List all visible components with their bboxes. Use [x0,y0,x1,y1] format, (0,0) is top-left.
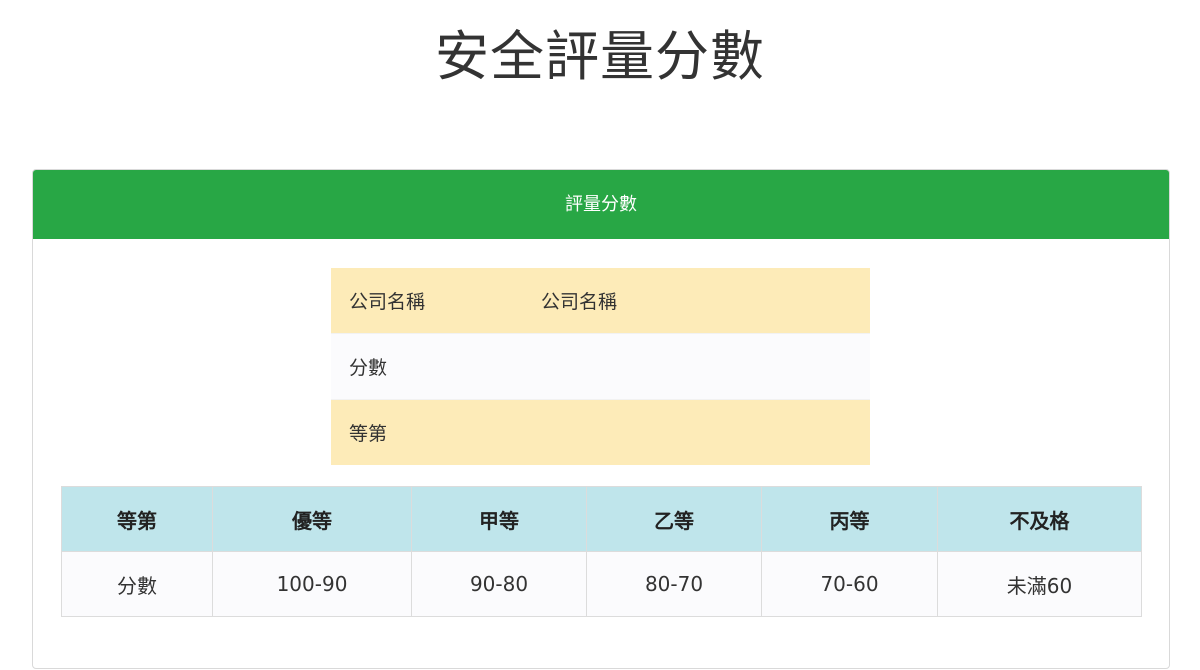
info-row-score: 分數 [331,333,870,400]
score-panel: 評量分數 公司名稱 公司名稱 分數 等第 等第 優等 甲等 乙等 丙等 不及格 … [32,169,1170,669]
grade-score-cell: 分數 [61,551,213,617]
company-name-value: 公司名稱 [523,268,870,334]
grade-header-cell: 優等 [212,486,412,552]
grade-header-cell: 不及格 [937,486,1142,552]
grade-header-cell: 乙等 [586,486,762,552]
page: 安全評量分數 評量分數 公司名稱 公司名稱 分數 等第 等第 優等 甲等 乙等 … [0,0,1200,670]
company-info-table: 公司名稱 公司名稱 分數 等第 [331,268,870,465]
info-row-grade: 等第 [331,399,870,465]
grade-value [523,399,870,465]
grade-score-cell: 100-90 [212,551,412,617]
info-row-company: 公司名稱 公司名稱 [331,268,870,334]
grade-label: 等第 [331,399,523,465]
grade-header-row: 等第 優等 甲等 乙等 丙等 不及格 [61,486,1142,552]
company-name-label: 公司名稱 [331,268,523,334]
score-value [523,333,870,400]
page-title: 安全評量分數 [435,25,765,88]
score-label: 分數 [331,333,523,400]
grade-score-cell: 70-60 [761,551,938,617]
grade-header-cell: 甲等 [411,486,587,552]
grade-score-cell: 80-70 [586,551,762,617]
grade-header-cell: 丙等 [761,486,938,552]
grade-scale-table: 等第 優等 甲等 乙等 丙等 不及格 分數 100-90 90-80 80-70… [61,486,1142,617]
panel-heading: 評量分數 [33,170,1169,239]
grade-score-cell: 90-80 [411,551,587,617]
grade-score-row: 分數 100-90 90-80 80-70 70-60 未滿60 [61,551,1142,617]
grade-score-cell: 未滿60 [937,551,1142,617]
grade-header-cell: 等第 [61,486,213,552]
